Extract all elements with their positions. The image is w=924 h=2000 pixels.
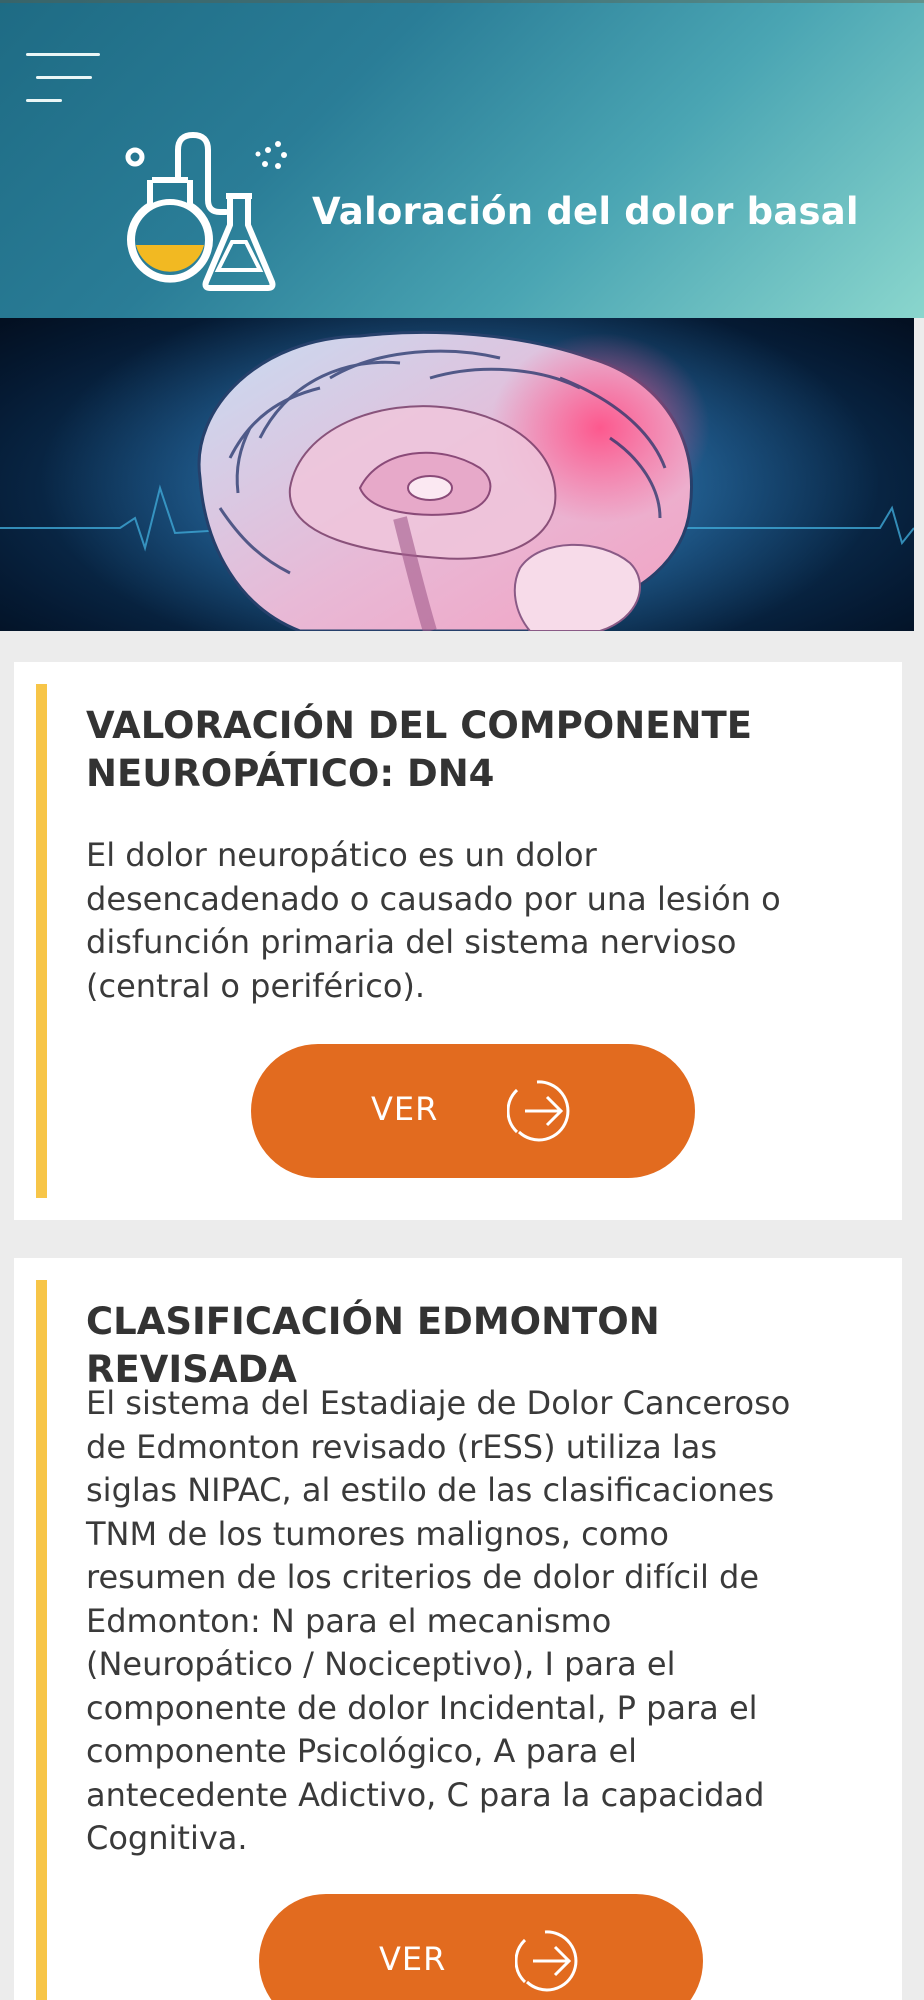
card-text-line: componente Psicológico, A para el — [86, 1732, 638, 1770]
lab-flasks-icon — [125, 131, 287, 291]
ver-button-label: VER — [379, 1940, 447, 1978]
card-accent-bar — [36, 684, 47, 1198]
arrow-right-circle-icon — [507, 1080, 570, 1142]
arrow-right-circle-icon — [515, 1930, 578, 1992]
card-text-line: siglas NIPAC, al estilo de las clasifica… — [86, 1471, 775, 1509]
card-text-line: TNM de los tumores malignos, como — [86, 1514, 669, 1553]
card-description: El sistema del Estadiaje de Dolor Cancer… — [86, 1382, 878, 1861]
card-text-line: componente de dolor Incidental, P para e… — [86, 1688, 758, 1727]
card-text-line: Cognitiva. — [86, 1819, 248, 1857]
card-text-line: disfunción primaria del sistema nervioso — [86, 923, 737, 961]
card-title-line: CLASIFICACIÓN EDMONTON REVISADA — [86, 1300, 660, 1391]
card-title: CLASIFICACIÓN EDMONTON REVISADA — [86, 1298, 872, 1394]
card-text-line: (Neuropático / Nociceptivo), I para el — [86, 1645, 676, 1683]
ver-button-label: VER — [371, 1090, 439, 1128]
card-text-line: de Edmonton revisado (rESS) utiliza las — [86, 1427, 718, 1466]
app-screen: Valoración del dolor basal VALORACIÓN DE… — [0, 0, 924, 2000]
card-description: El dolor neuropático es un dolor desenca… — [86, 834, 878, 1008]
card-dn4: VALORACIÓN DEL COMPONENTE NEUROPÁTICO: D… — [14, 662, 902, 1220]
card-title-line: VALORACIÓN DEL COMPONENTE — [86, 704, 752, 747]
card-title: VALORACIÓN DEL COMPONENTE NEUROPÁTICO: D… — [86, 702, 872, 798]
card-edmonton: CLASIFICACIÓN EDMONTON REVISADA El siste… — [14, 1258, 902, 2000]
card-text-line: resumen de los criterios de dolor difíci… — [86, 1558, 759, 1596]
hamburger-menu-icon[interactable] — [26, 50, 102, 106]
card-text-line: El dolor neuropático es un dolor — [86, 836, 597, 874]
card-text-line: El sistema del Estadiaje de Dolor Cancer… — [86, 1384, 791, 1422]
page-title: Valoración del dolor basal — [312, 190, 859, 233]
card-text-line: antecedente Adictivo, C para la capacida… — [86, 1775, 765, 1814]
card-text-line: desencadenado o causado por una lesión o — [86, 879, 781, 918]
app-header: Valoración del dolor basal — [0, 0, 924, 318]
card-text-line: (central o periférico). — [86, 966, 426, 1005]
card-title-line: NEUROPÁTICO: DN4 — [86, 752, 495, 795]
ver-button[interactable]: VER — [251, 1044, 695, 1178]
ver-button[interactable]: VER — [259, 1894, 703, 2000]
card-accent-bar — [36, 1280, 47, 2000]
card-text-line: Edmonton: N para el mecanismo — [86, 1601, 612, 1640]
brain-banner-image — [0, 318, 914, 631]
